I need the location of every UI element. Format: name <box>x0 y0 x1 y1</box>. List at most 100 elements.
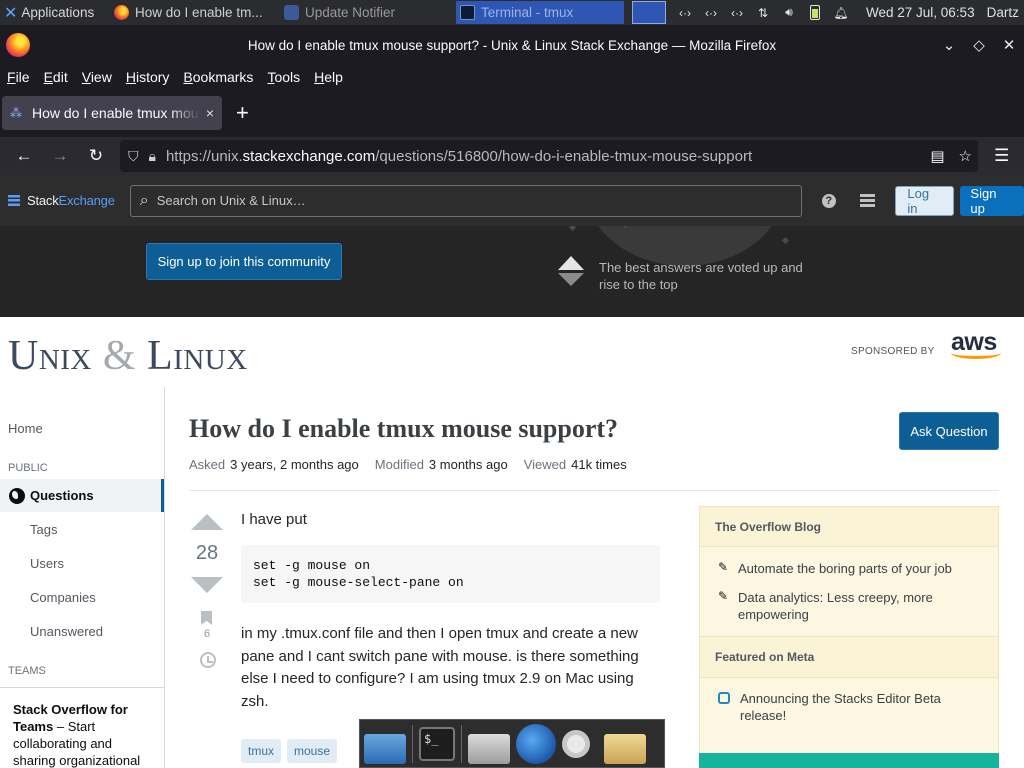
volume-icon[interactable]: 🔊︎ <box>778 5 800 20</box>
asked-label: Asked <box>189 457 226 472</box>
menu-view[interactable]: View <box>82 69 112 85</box>
menu-bookmarks[interactable]: Bookmarks <box>183 69 253 85</box>
join-community-button[interactable]: Sign up to join this community <box>146 243 342 280</box>
blog-item[interactable]: ✎ Data analytics: Less creepy, more empo… <box>700 589 998 623</box>
meta-header: Featured on Meta <box>700 636 998 678</box>
hero-decoration <box>781 236 790 245</box>
nav-unanswered[interactable]: Unanswered <box>30 624 103 639</box>
sidebar-banner <box>699 753 999 768</box>
post-intro: I have put <box>241 511 307 528</box>
hero-decoration <box>568 226 577 232</box>
search-input[interactable]: ⌕ Search on Unix & Linux… <box>129 184 802 217</box>
question-meta: Asked 3 years, 2 months ago Modified 3 m… <box>189 457 643 472</box>
taskbar-item-firefox[interactable]: How do I enable tm... <box>110 0 280 25</box>
terminal-icon[interactable]: $_ <box>419 726 455 761</box>
xfce-logo-icon: ✕ <box>4 4 18 22</box>
show-desktop-icon[interactable] <box>364 733 406 764</box>
blog-item[interactable]: ✎ Automate the boring parts of your job <box>700 560 998 577</box>
downvote-arrow-icon[interactable] <box>191 577 223 593</box>
site-switcher-icon[interactable] <box>859 194 876 207</box>
back-arrow-icon[interactable]: ← <box>6 146 42 166</box>
shield-icon[interactable]: ⛉ <box>128 148 139 165</box>
ask-question-button[interactable]: Ask Question <box>899 412 999 450</box>
nav-questions-label: Questions <box>30 488 94 503</box>
aws-logo[interactable]: aws <box>951 329 1005 359</box>
network-icon[interactable]: ‹·› <box>674 6 696 20</box>
viewed-label: Viewed <box>523 457 567 472</box>
divider <box>189 490 999 491</box>
stackexchange-favicon-icon: ⁂ <box>10 106 22 120</box>
notification-bell-icon[interactable]: 🔔︎ <box>830 6 852 20</box>
modified-value[interactable]: 3 months ago <box>429 457 508 472</box>
nav-section-public: PUBLIC <box>8 462 48 474</box>
help-icon[interactable]: ? <box>821 193 836 208</box>
url-prefix: https://unix. <box>165 147 243 165</box>
tag-list: tmux mouse <box>241 739 338 763</box>
search-icon: ⌕ <box>139 191 149 209</box>
question-title[interactable]: How do I enable tmux mouse support? <box>189 414 618 444</box>
reload-icon[interactable]: ↻ <box>78 146 114 166</box>
bookmark-star-icon[interactable]: ☆ <box>959 147 972 165</box>
signup-button[interactable]: Sign up <box>960 185 1024 216</box>
browser-tab[interactable]: ⁂ How do I enable tmux mouse support? × <box>2 96 222 130</box>
tag-tmux[interactable]: tmux <box>241 739 282 763</box>
menu-edit[interactable]: Edit <box>44 69 68 85</box>
folder-icon[interactable] <box>604 733 646 764</box>
network-icon[interactable]: ‹·› <box>726 6 748 20</box>
nav-tags[interactable]: Tags <box>30 522 57 537</box>
web-browser-icon[interactable] <box>516 723 556 764</box>
clock[interactable]: Wed 27 Jul, 06:53 <box>866 5 975 20</box>
forward-arrow-icon[interactable]: → <box>42 146 78 166</box>
applications-menu[interactable]: ✕ Applications <box>0 0 110 25</box>
site-logo[interactable]: Unix & Linux <box>8 332 248 380</box>
menu-file[interactable]: File <box>7 69 30 85</box>
hero-votes-text: The best answers are voted up and rise t… <box>599 260 803 292</box>
nav-questions[interactable]: Questions <box>0 479 164 512</box>
post-body-text: in my .tmux.conf file and then I open tm… <box>241 625 639 710</box>
bookmark-count: 6 <box>203 628 211 640</box>
nav-companies[interactable]: Companies <box>30 590 96 605</box>
new-tab-button[interactable]: + <box>236 100 249 126</box>
login-button[interactable]: Log in <box>895 185 955 216</box>
nav-users[interactable]: Users <box>30 556 64 571</box>
bookmark-icon[interactable] <box>201 611 212 625</box>
reader-view-icon[interactable]: ▤ <box>930 147 944 165</box>
app-finder-icon[interactable] <box>562 729 590 758</box>
nav-home[interactable]: Home <box>8 421 43 436</box>
left-sidebar: Home PUBLIC Questions Tags Users Compani… <box>0 387 165 768</box>
taskbar-item-terminal[interactable]: Terminal - tmux <box>456 1 624 24</box>
battery-icon[interactable] <box>810 5 820 20</box>
firefox-icon <box>114 5 129 20</box>
user-name[interactable]: Dartz <box>987 5 1019 20</box>
asked-value: 3 years, 2 months ago <box>230 457 359 472</box>
vote-count: 28 <box>195 542 219 564</box>
menu-history[interactable]: History <box>126 69 170 85</box>
hamburger-menu-icon[interactable]: ☰ <box>994 146 1009 166</box>
tab-close-icon[interactable]: × <box>206 105 214 121</box>
home-folder-icon[interactable] <box>468 733 510 764</box>
globe-icon <box>9 487 25 504</box>
network-icon[interactable]: ‹·› <box>700 6 722 20</box>
url-bar[interactable]: ⛉ 🔒︎ https://unix. stackexchange.com/ques… <box>120 140 978 172</box>
upvote-arrow-icon[interactable] <box>191 514 223 530</box>
menu-help[interactable]: Help <box>314 69 343 85</box>
logo-stack: Stack <box>27 193 59 208</box>
stackexchange-logo[interactable]: Stack Exchange <box>8 193 115 208</box>
meta-item[interactable]: Announcing the Stacks Editor Beta releas… <box>700 690 998 724</box>
code-block: set -g mouse on set -g mouse-select-pane… <box>241 545 660 603</box>
maximize-icon[interactable]: ◇ <box>964 36 994 54</box>
tab-title: How do I enable tmux mouse support? <box>32 105 200 121</box>
site-name-amp: & <box>102 333 137 379</box>
taskbar-item-update-notifier[interactable]: Update Notifier <box>280 0 452 25</box>
lock-icon[interactable]: 🔒︎ <box>149 148 156 165</box>
history-icon[interactable] <box>200 652 216 668</box>
blog-item-label: Data analytics: Less creepy, more empowe… <box>738 590 933 622</box>
minimize-icon[interactable]: ⌄ <box>934 36 964 54</box>
tag-mouse[interactable]: mouse <box>287 739 338 763</box>
transfer-arrows-icon[interactable]: ⇅ <box>752 6 774 20</box>
menu-tools[interactable]: Tools <box>267 69 300 85</box>
vote-arrows-icon <box>558 256 586 286</box>
close-icon[interactable]: ✕ <box>994 36 1024 54</box>
se-topbar: Stack Exchange ⌕ Search on Unix & Linux… … <box>0 175 1024 226</box>
panel-firefox-launcher[interactable] <box>632 1 666 24</box>
